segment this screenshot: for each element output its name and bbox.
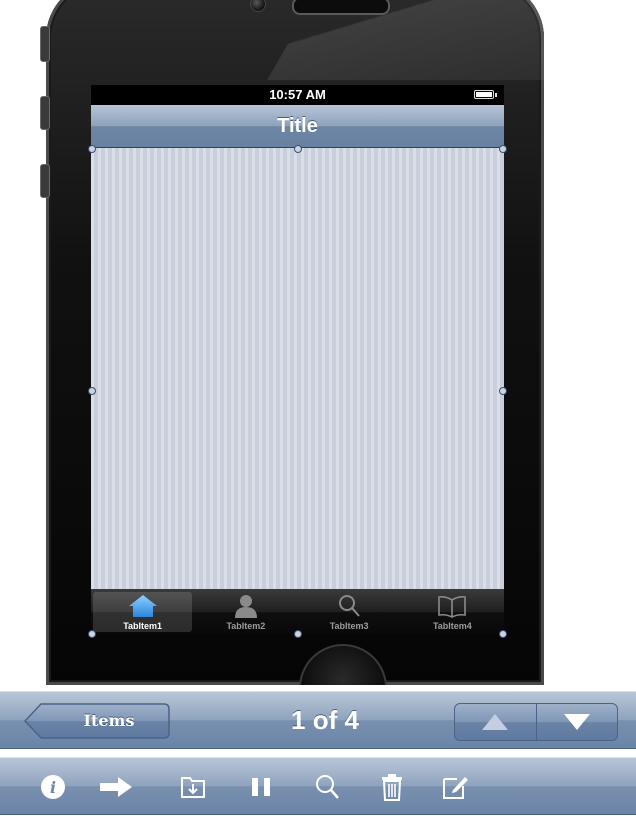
content-view[interactable]: [91, 148, 504, 589]
navigation-bar: Title: [91, 105, 504, 148]
page-indicator: 1 of 4: [291, 705, 359, 735]
tab-label: TabItem1: [123, 621, 163, 631]
nav-title: Title: [277, 115, 318, 137]
down-arrow-icon: [563, 714, 590, 730]
status-bar: 10:57 AM: [91, 85, 504, 105]
search-icon: [300, 592, 399, 618]
home-icon: [93, 592, 192, 618]
compose-icon[interactable]: [440, 772, 470, 802]
tab-item-1[interactable]: TabItem1: [93, 592, 193, 632]
tab-label: TabItem2: [226, 621, 266, 631]
folder-download-icon[interactable]: [178, 772, 208, 802]
tab-item-4[interactable]: TabItem4: [403, 592, 502, 632]
next-button[interactable]: [535, 704, 618, 740]
resize-handle[interactable]: [499, 630, 507, 638]
volume-up-button[interactable]: [40, 96, 50, 130]
up-down-segmented-control: [454, 703, 618, 741]
battery-icon: [474, 90, 497, 99]
back-button[interactable]: Items: [24, 703, 170, 739]
book-icon: [403, 592, 502, 618]
phone-screen: 10:57 AM Title TabItem1 TabItem2 TabItem…: [88, 85, 507, 638]
back-button-label: Items: [83, 711, 135, 730]
resize-handle[interactable]: [88, 145, 96, 153]
action-toolbar: i: [0, 757, 636, 815]
resize-handle[interactable]: [88, 387, 96, 395]
up-arrow-icon: [482, 714, 509, 730]
resize-handle[interactable]: [499, 387, 507, 395]
svg-text:i: i: [50, 778, 56, 797]
tab-bar: TabItem1 TabItem2 TabItem3 TabItem4: [91, 589, 504, 635]
earpiece-speaker: [292, 0, 390, 15]
resize-handle[interactable]: [294, 630, 302, 638]
search-icon[interactable]: [312, 772, 342, 802]
resize-handle[interactable]: [499, 145, 507, 153]
person-icon: [196, 592, 295, 618]
previous-button[interactable]: [455, 704, 536, 740]
navigation-toolbar: Items 1 of 4: [0, 691, 636, 749]
info-icon[interactable]: i: [38, 772, 68, 802]
forward-arrow-icon[interactable]: [96, 772, 136, 802]
tab-item-2[interactable]: TabItem2: [196, 592, 295, 632]
front-camera: [250, 0, 266, 12]
home-button[interactable]: [299, 644, 387, 685]
mute-switch[interactable]: [40, 26, 50, 62]
status-time: 10:57 AM: [269, 87, 326, 102]
tab-label: TabItem4: [432, 621, 472, 631]
trash-icon[interactable]: [377, 772, 407, 802]
resize-handle[interactable]: [88, 630, 96, 638]
tab-item-3[interactable]: TabItem3: [300, 592, 399, 632]
volume-down-button[interactable]: [40, 164, 50, 198]
resize-handle[interactable]: [294, 145, 302, 153]
pause-icon[interactable]: [246, 772, 276, 802]
tab-label: TabItem3: [329, 621, 369, 631]
